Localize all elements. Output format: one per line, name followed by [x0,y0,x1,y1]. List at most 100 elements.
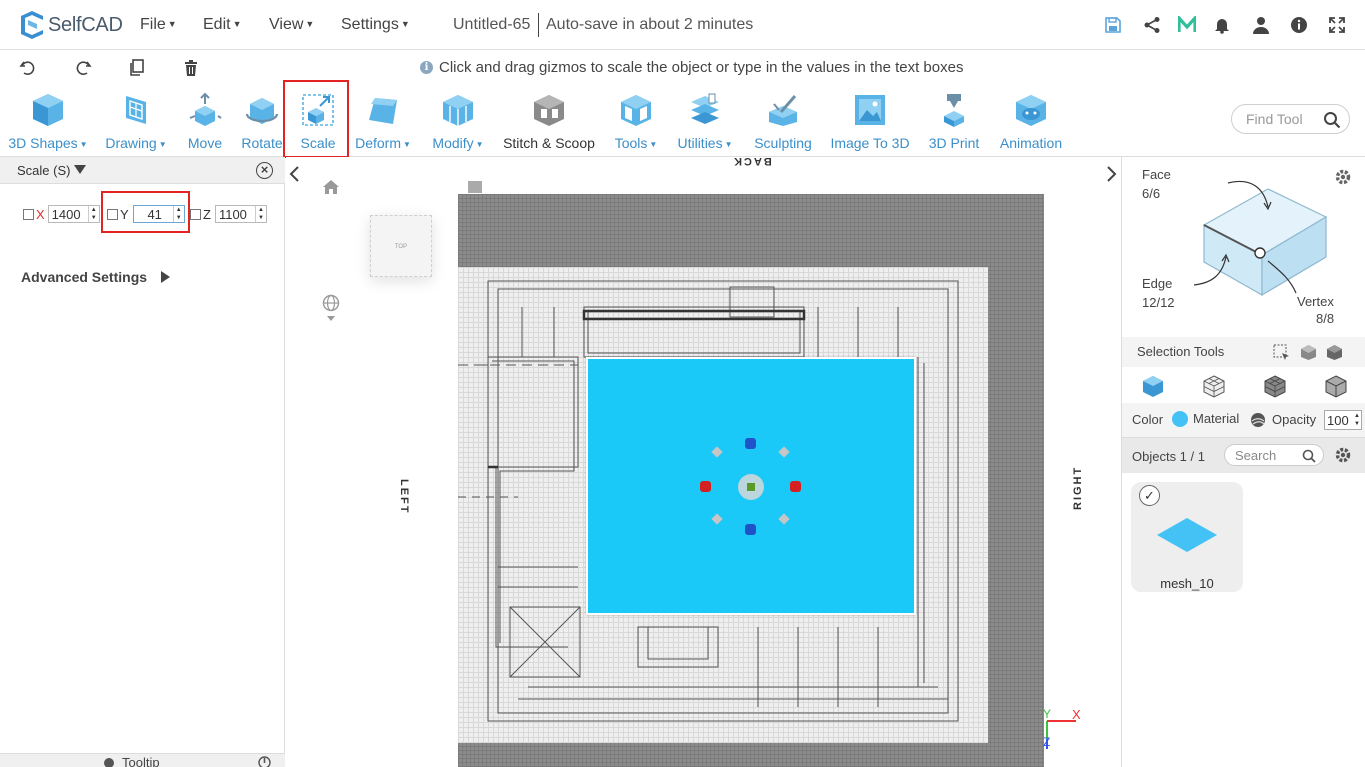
edge-count: 12/12 [1142,295,1175,310]
selection-mode-row [1122,367,1365,403]
save-icon[interactable] [1103,15,1123,35]
menu-settings[interactable]: Settings ▼ [341,16,410,34]
share-icon[interactable] [1142,15,1162,35]
tool-rotate[interactable]: Rotate [237,85,287,157]
menu-view[interactable]: View ▼ [269,16,314,34]
menu-edit[interactable]: Edit ▼ [203,16,242,34]
solid-select-icon[interactable] [1326,344,1343,361]
scale-gizmo[interactable] [696,435,806,535]
tooltip-label: Tooltip [122,755,160,767]
advanced-settings-toggle[interactable]: Advanced Settings [21,269,171,285]
tool-modify[interactable]: Modify ▼ [426,85,490,157]
tool-move[interactable]: Move [180,85,230,157]
tool-deform[interactable]: Deform ▼ [351,85,415,157]
globe-icon[interactable] [322,294,340,324]
tool-3d-shapes[interactable]: 3D Shapes ▼ [6,85,90,157]
collapse-right-icon[interactable] [1106,165,1118,183]
x-scale-input[interactable]: 1400 ▲ ▼ [47,205,100,223]
tool-utilities[interactable]: Utilities ▼ [672,85,738,157]
tool-3d-print[interactable]: 3D Print [924,85,984,157]
objects-header: Objects 1 / 1 [1122,437,1365,473]
check-icon[interactable]: ✓ [1139,485,1160,506]
edge-mode-icon[interactable] [1324,374,1348,398]
cube-select-icon[interactable] [1300,344,1317,361]
toggle-icon[interactable] [258,756,271,767]
tooltip-toggle[interactable]: Tooltip [104,755,160,767]
y-spinner[interactable]: ▲ ▼ [172,206,184,222]
printer-icon [944,94,964,127]
find-tool-search[interactable] [1231,104,1350,134]
rotate-icon [245,98,279,124]
tool-stitch-scoop[interactable]: Stitch & Scoop [500,85,598,157]
y-handle-bottom [745,524,756,535]
user-icon[interactable] [1251,15,1271,35]
redo-icon[interactable] [73,58,93,78]
board-handle-icon[interactable] [468,179,482,195]
gear-icon[interactable] [1334,168,1352,186]
search-icon[interactable] [1302,449,1316,463]
color-material-row: Color Material Opacity 100 ▲ ▼ [1122,403,1365,437]
tool-label: Rotate [241,135,283,151]
object-card[interactable]: ✓ mesh_10 [1131,482,1243,592]
tool-tools[interactable]: Tools ▼ [609,85,663,157]
axis-x-label: X [1072,707,1081,722]
trash-icon[interactable] [181,58,201,78]
menu-edit-label: Edit [203,16,231,33]
face-mode-icon[interactable] [1263,374,1287,398]
home-icon[interactable] [322,179,340,195]
copy-icon[interactable] [127,58,147,78]
chevron-down-icon: ▼ [400,19,410,29]
m-logo-icon[interactable] [1177,15,1197,35]
z-lock-checkbox[interactable] [190,208,201,220]
caret-down-icon[interactable] [74,165,86,174]
view-cube[interactable]: TOP [370,215,432,277]
info-icon[interactable] [1289,15,1309,35]
undo-icon[interactable] [18,58,38,78]
box-select-icon[interactable] [1273,344,1290,361]
object-mode-icon[interactable] [1141,374,1165,398]
app-logo[interactable]: SelfCAD [17,10,123,40]
material-label[interactable]: Material [1193,411,1239,426]
object-search[interactable] [1224,444,1324,466]
tool-drawing[interactable]: Drawing ▼ [100,85,172,157]
x-lock-checkbox[interactable] [23,208,34,220]
vertex-mode-icon[interactable] [1202,374,1226,398]
tool-label: Scale [300,135,336,151]
tool-sculpting[interactable]: Sculpting [750,85,816,157]
opacity-spinner[interactable]: ▲ ▼ [1354,412,1361,428]
tool-label: Move [187,135,223,151]
search-icon[interactable] [1323,111,1341,129]
menu-file[interactable]: File ▼ [140,16,177,34]
chevron-down-icon: ▼ [79,140,88,149]
close-icon[interactable]: × [256,162,273,179]
fullscreen-icon[interactable] [1327,15,1347,35]
image-icon [855,95,885,125]
3d-viewport[interactable]: BACK LEFT RIGHT TOP Y X Z [286,157,1121,767]
tool-label: Modify [432,135,474,151]
tool-animation[interactable]: Animation [994,85,1068,157]
object-name: mesh_10 [1160,576,1214,591]
drawing-icon [126,96,146,124]
vertex-count: 8/8 [1316,311,1335,326]
opacity-input[interactable]: 100 ▲ ▼ [1324,410,1362,430]
find-tool-input[interactable] [1246,111,1322,127]
z-spinner[interactable]: ▲ ▼ [254,206,266,222]
x-scale-value: 1400 [51,206,81,222]
color-label: Color [1132,412,1164,427]
collapse-left-icon[interactable] [288,165,300,183]
object-search-input[interactable] [1235,448,1299,463]
y-scale-input[interactable]: 41 ▲ ▼ [132,205,185,223]
color-swatch[interactable] [1172,411,1188,427]
gear-icon[interactable] [1334,446,1352,464]
selection-cube-diagram[interactable] [1182,167,1342,297]
x-spinner[interactable]: ▲ ▼ [87,206,99,222]
z-scale-input[interactable]: 1100 ▲ ▼ [214,205,267,223]
y-lock-checkbox[interactable] [107,208,118,220]
tool-image-to-3d[interactable]: Image To 3D [826,85,914,157]
view-label-right: RIGHT [1072,465,1084,510]
document-title[interactable]: Untitled-65 [453,16,530,34]
tool-scale[interactable]: Scale [288,85,348,157]
hint-text: Click and drag gizmos to scale the objec… [439,59,964,76]
material-sphere-icon[interactable] [1250,412,1266,428]
bell-icon[interactable] [1212,15,1232,35]
